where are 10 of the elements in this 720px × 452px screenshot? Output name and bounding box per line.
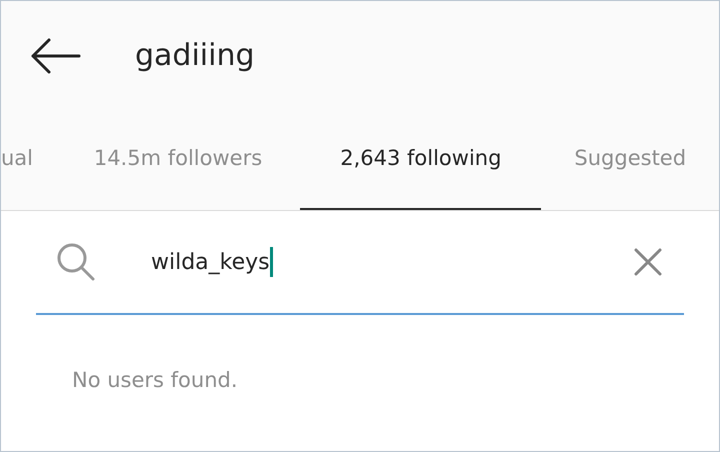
tab[interactable]: ual bbox=[1, 110, 56, 210]
tab[interactable]: 2,643 following bbox=[300, 110, 542, 210]
close-icon bbox=[633, 247, 663, 277]
profile-title: gadiiing bbox=[135, 37, 255, 75]
search-icon bbox=[56, 242, 96, 282]
search-field[interactable]: wilda_keys bbox=[151, 242, 630, 282]
tab[interactable]: Suggested bbox=[541, 110, 719, 210]
tab[interactable]: 14.5m followers bbox=[56, 110, 300, 210]
back-arrow-icon bbox=[29, 36, 81, 76]
empty-message: No users found. bbox=[72, 368, 238, 392]
